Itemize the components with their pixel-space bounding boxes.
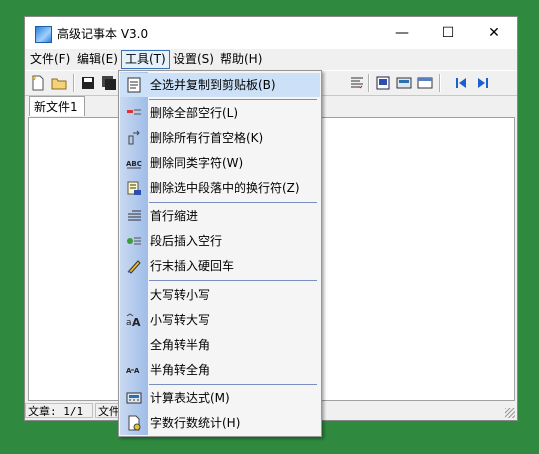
- calculator-icon: [126, 390, 142, 406]
- menu-item-insert-blank-line[interactable]: 段后插入空行: [120, 229, 320, 253]
- delete-empty-lines-icon: [126, 105, 142, 121]
- menu-item-delete-line-breaks[interactable]: 删除选中段落中的换行符(Z): [120, 176, 320, 200]
- case-convert-icon: aA: [126, 312, 142, 328]
- menu-item-label: 首行缩进: [150, 209, 199, 223]
- abc-icon: ABC: [126, 155, 142, 171]
- menu-item-label: 删除全部空行(L): [150, 106, 239, 120]
- menu-item-delete-similar-chars[interactable]: ABC 删除同类字符(W): [120, 151, 320, 175]
- document-icon[interactable]: [375, 75, 391, 91]
- pen-icon: [126, 258, 142, 274]
- menu-item-fullwidth-to-halfwidth[interactable]: 全角转半角: [120, 333, 320, 357]
- menu-item-label: 行末插入硬回车: [150, 259, 235, 273]
- menu-settings[interactable]: 设置(S): [170, 51, 217, 68]
- menu-item-label: 大写转小写: [150, 288, 211, 302]
- menu-item-label: 字数行数统计(H): [150, 416, 241, 430]
- maximize-button[interactable]: ☐: [425, 17, 471, 49]
- last-page-icon[interactable]: [475, 75, 491, 91]
- menu-item-calculate-expression[interactable]: 计算表达式(M): [120, 386, 320, 410]
- first-page-icon[interactable]: [453, 75, 469, 91]
- menu-edit[interactable]: 编辑(E): [74, 51, 121, 68]
- menu-item-delete-leading-spaces[interactable]: 删除所有行首空格(K): [120, 126, 320, 150]
- menu-item-insert-hard-return[interactable]: 行末插入硬回车: [120, 254, 320, 278]
- resize-grip[interactable]: [505, 408, 515, 418]
- open-folder-icon[interactable]: [51, 75, 67, 91]
- svg-text:A: A: [132, 316, 141, 328]
- svg-text:a: a: [126, 318, 132, 328]
- menu-item-first-line-indent[interactable]: 首行缩进: [120, 204, 320, 228]
- tab-new-file-1[interactable]: 新文件1: [29, 96, 85, 116]
- menu-item-label: 全选并复制到剪贴板(B): [150, 78, 276, 92]
- menu-item-delete-empty-lines[interactable]: 删除全部空行(L): [120, 101, 320, 125]
- delete-line-breaks-icon: [126, 180, 142, 196]
- copy-to-clipboard-icon: [126, 77, 142, 93]
- delete-leading-spaces-icon: [126, 130, 142, 146]
- menu-item-select-all-copy[interactable]: 全选并复制到剪贴板(B): [120, 73, 320, 97]
- menu-item-label: 半角转全角: [150, 363, 211, 377]
- menu-tools[interactable]: 工具(T): [121, 50, 170, 69]
- menu-separator: [149, 202, 317, 203]
- menu-item-label: 删除同类字符(W): [150, 156, 244, 170]
- width-convert-icon: AA: [126, 362, 142, 378]
- menu-separator: [149, 280, 317, 281]
- menu-item-label: 计算表达式(M): [150, 391, 230, 405]
- menu-item-lowercase-to-uppercase[interactable]: aA 小写转大写: [120, 308, 320, 332]
- insert-blank-line-icon: [126, 233, 142, 249]
- minimize-button[interactable]: —: [379, 17, 425, 49]
- svg-text:A: A: [126, 367, 132, 375]
- title-bar[interactable]: 高级记事本 V3.0 — ☐ ✕: [25, 17, 517, 49]
- menu-bar: 文件(F) 编辑(E) 工具(T) 设置(S) 帮助(H): [25, 49, 517, 69]
- window-title: 高级记事本 V3.0: [57, 27, 149, 41]
- menu-item-label: 全角转半角: [150, 338, 211, 352]
- menu-item-label: 删除所有行首空格(K): [150, 131, 264, 145]
- new-file-icon[interactable]: [30, 75, 46, 91]
- menu-item-label: 删除选中段落中的换行符(Z): [150, 181, 300, 195]
- svg-text:A: A: [134, 367, 140, 375]
- close-button[interactable]: ✕: [471, 17, 517, 49]
- save-all-icon[interactable]: [101, 75, 117, 91]
- status-article: 文章: 1/1: [25, 403, 93, 418]
- menu-separator: [149, 384, 317, 385]
- menu-file[interactable]: 文件(F): [27, 51, 73, 68]
- menu-item-label: 段后插入空行: [150, 234, 223, 248]
- menu-item-halfwidth-to-fullwidth[interactable]: AA 半角转全角: [120, 358, 320, 382]
- menu-item-word-count[interactable]: 字数行数统计(H): [120, 411, 320, 435]
- svg-text:ABC: ABC: [126, 160, 142, 168]
- toolbar-separator: [439, 74, 441, 92]
- indent-icon: [126, 208, 142, 224]
- menu-help[interactable]: 帮助(H): [217, 51, 265, 68]
- calculator-icon[interactable]: [396, 75, 412, 91]
- tools-dropdown-menu: 全选并复制到剪贴板(B) 删除全部空行(L) 删除所有行首空格(K) ABC 删…: [118, 70, 322, 437]
- menu-separator: [149, 99, 317, 100]
- align-icon[interactable]: [349, 75, 365, 91]
- window-icon[interactable]: [417, 75, 433, 91]
- save-icon[interactable]: [80, 75, 96, 91]
- menu-item-uppercase-to-lowercase[interactable]: 大写转小写: [120, 283, 320, 307]
- toolbar-separator: [73, 74, 75, 92]
- toolbar-separator: [368, 74, 370, 92]
- menu-item-label: 小写转大写: [150, 313, 211, 327]
- statistics-icon: [126, 415, 142, 431]
- notepad-app-icon: [35, 26, 52, 43]
